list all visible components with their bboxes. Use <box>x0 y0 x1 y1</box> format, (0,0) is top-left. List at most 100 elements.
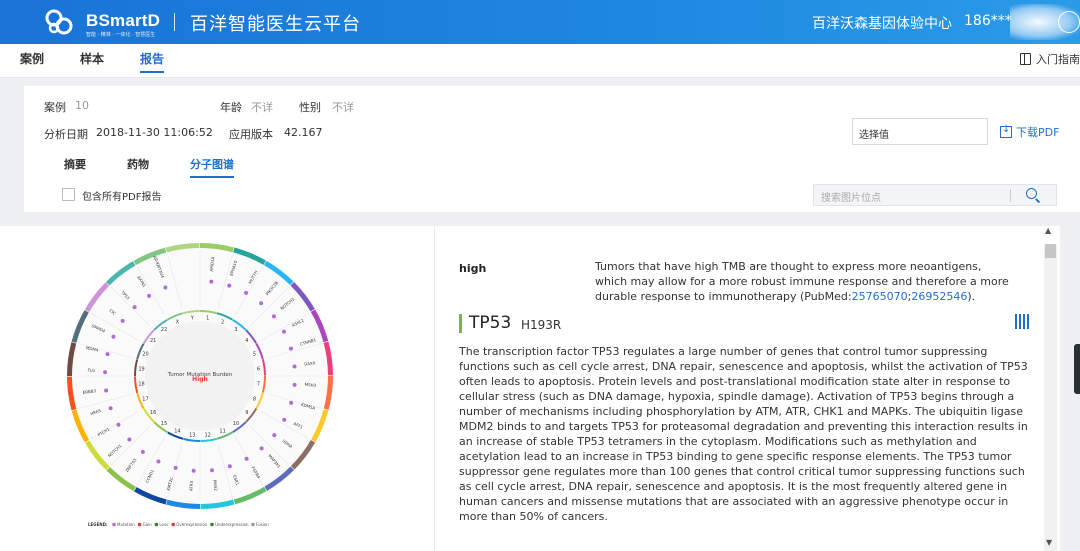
search-icon[interactable] <box>1026 188 1037 199</box>
age-value: 不详 <box>251 101 273 114</box>
gene-point[interactable] <box>259 446 264 451</box>
nav-item-cases[interactable]: 案例 <box>20 50 44 67</box>
circos-plot[interactable]: 12345678910111213141516171819202122XY AR… <box>0 226 434 551</box>
gene-point[interactable] <box>272 433 277 438</box>
book-icon <box>1020 53 1031 65</box>
gene-point[interactable] <box>111 334 116 339</box>
legend-label: Gain <box>143 522 153 527</box>
guide-link[interactable]: 入门指南 <box>1020 51 1080 67</box>
value-select[interactable]: 选择值 <box>852 118 988 145</box>
chromosome-label: 19 <box>138 366 144 372</box>
gene-point[interactable] <box>289 400 294 405</box>
scroll-down-arrow[interactable]: ▼ <box>1046 538 1052 547</box>
pubmed-link-1[interactable]: 25765070 <box>852 290 908 303</box>
chromosome-label: 16 <box>150 410 156 416</box>
chromosome-label: 22 <box>161 327 167 333</box>
legend-label: Underexpression <box>215 522 249 527</box>
gene-point[interactable] <box>227 283 232 288</box>
gene-point[interactable] <box>271 314 276 319</box>
date-value: 2018-11-30 11:06:52 <box>96 126 213 139</box>
scroll-thumb[interactable] <box>1045 244 1056 258</box>
chromosome-label: 5 <box>253 351 256 357</box>
chromosome-label: 3 <box>234 327 237 333</box>
chromosome-label: 10 <box>233 421 239 427</box>
barcode-icon[interactable] <box>1015 314 1031 329</box>
header-divider <box>174 13 175 31</box>
scroll-up-arrow[interactable]: ▲ <box>1045 226 1051 235</box>
avatar-icon[interactable] <box>1058 11 1080 33</box>
case-label: 案例 <box>44 101 66 114</box>
legend-marker <box>154 522 159 527</box>
gene-point[interactable] <box>163 285 168 290</box>
chromosome-label: 15 <box>161 421 167 427</box>
search-placeholder: 搜索图片位点 <box>821 193 881 204</box>
chromosome-label: X <box>176 319 180 325</box>
gene-point[interactable] <box>173 465 178 470</box>
gene-point[interactable] <box>209 468 214 473</box>
download-pdf-button[interactable]: 下载PDF <box>1000 124 1059 140</box>
chromosome-label: 20 <box>142 351 148 357</box>
tab-molecular-map[interactable]: 分子图谱 <box>190 156 234 178</box>
side-panel-tab[interactable] <box>1074 344 1080 394</box>
legend-marker <box>112 522 116 527</box>
tab-summary[interactable]: 摘要 <box>64 156 86 172</box>
organization-name[interactable]: 百洋沃森基因体验中心 <box>812 13 952 33</box>
top-header: BSmartD 智能 · 精准 · 一体化 · 智慧医生 百洋智能医生云平台 百… <box>0 0 1080 44</box>
gene-point[interactable] <box>120 318 125 323</box>
gene-point[interactable] <box>282 329 287 334</box>
gene-point[interactable] <box>104 388 109 393</box>
user-id[interactable]: 186*** <box>964 13 1012 29</box>
chromosome-label: 9 <box>245 410 248 416</box>
platform-title: 百洋智能医生云平台 <box>190 14 361 35</box>
version-value: 42.167 <box>284 126 323 139</box>
gene-accent-bar <box>459 314 462 333</box>
scrollbar[interactable] <box>1044 244 1057 551</box>
gene-point[interactable] <box>227 464 232 469</box>
gene-detail-panel: high Tumors that have high TMB are thoug… <box>434 226 1060 551</box>
download-icon <box>1000 124 1012 138</box>
search-input[interactable]: 搜索图片位点 <box>813 184 1057 206</box>
legend-title: LEGEND: <box>88 522 108 527</box>
nav-item-reports[interactable]: 报告 <box>140 50 165 73</box>
gene-point[interactable] <box>105 352 110 357</box>
download-label: 下载PDF <box>1016 126 1060 139</box>
gene-point[interactable] <box>132 305 137 310</box>
gene-point[interactable] <box>103 370 108 375</box>
chromosome-label: 8 <box>253 397 256 403</box>
gene-mutation: H193R <box>521 318 562 332</box>
gene-point[interactable] <box>244 290 249 295</box>
circos-panel: 1 2 3 4 5 6 7 8 9 10 11 12 13 14 15 16 17 18 19 20 21 22 X Y AR… <box>0 226 434 551</box>
gene-point[interactable] <box>116 422 121 427</box>
pubmed-link-2[interactable]: 26952546 <box>911 290 967 303</box>
gene-point[interactable] <box>140 449 145 454</box>
nav-item-samples[interactable]: 样本 <box>80 50 104 67</box>
gene-description: The transcription factor TP53 regulates … <box>459 345 1028 523</box>
include-pdf-label: 包含所有PDF报告 <box>82 192 162 203</box>
gene-point[interactable] <box>209 279 214 284</box>
brand-slogan: 智能 · 精准 · 一体化 · 智慧医生 <box>86 32 156 38</box>
chromosome-label: 21 <box>150 338 156 344</box>
chromosome-label: 7 <box>257 382 260 388</box>
gene-point[interactable] <box>292 382 297 387</box>
tab-drugs[interactable]: 药物 <box>127 156 149 172</box>
age-label: 年龄 <box>220 101 242 114</box>
include-pdf-checkbox[interactable] <box>62 188 75 201</box>
gene-point[interactable] <box>108 406 113 411</box>
gene-point[interactable] <box>156 459 161 464</box>
gene-point[interactable] <box>244 456 249 461</box>
gene-point[interactable] <box>292 364 297 369</box>
gene-point[interactable] <box>127 437 132 442</box>
gene-point[interactable] <box>288 346 293 351</box>
gene-point[interactable] <box>282 417 287 422</box>
gene-label: ATRX <box>188 480 194 491</box>
sex-label: 性别 <box>299 101 321 114</box>
gene-point[interactable] <box>259 301 264 306</box>
chromosome-label: 17 <box>142 397 148 403</box>
gene-label: FLG <box>87 368 95 373</box>
gene-point[interactable] <box>147 293 152 298</box>
tmb-desc-end: ). <box>967 290 976 303</box>
case-info-panel: 案例 10 年龄 不详 性别 不详 分析日期 2018-11-30 11:06:… <box>24 86 1080 212</box>
gene-point[interactable] <box>191 468 196 473</box>
guide-label: 入门指南 <box>1036 53 1080 66</box>
brand-name: BSmartD <box>86 11 161 30</box>
